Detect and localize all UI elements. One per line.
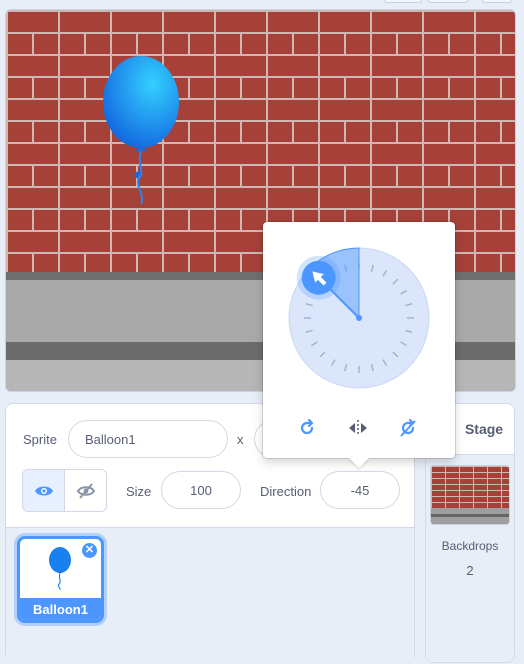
show-button[interactable] bbox=[23, 470, 65, 511]
balloon-sprite[interactable] bbox=[101, 54, 181, 209]
flip-icon bbox=[349, 420, 367, 436]
x-label: x bbox=[237, 432, 244, 447]
normal-stage-button[interactable] bbox=[428, 0, 468, 3]
eye-slash-icon bbox=[76, 482, 95, 499]
direction-input[interactable]: -45 bbox=[320, 471, 400, 509]
size-input[interactable]: 100 bbox=[161, 471, 241, 509]
brick-wall bbox=[6, 32, 515, 54]
stage-thumbnail[interactable] bbox=[430, 465, 510, 525]
direction-dial[interactable] bbox=[263, 222, 455, 402]
direction-value: -45 bbox=[350, 482, 370, 498]
eye-icon bbox=[34, 486, 53, 495]
balloon-thumbnail-icon bbox=[49, 547, 71, 590]
direction-label: Direction bbox=[260, 484, 312, 499]
direction-popover bbox=[263, 222, 455, 468]
size-label: Size bbox=[126, 484, 152, 499]
backdrops-count: 2 bbox=[466, 563, 474, 578]
delete-sprite-button[interactable]: ✕ bbox=[82, 543, 97, 558]
sprite-label: Sprite bbox=[23, 432, 57, 447]
stage-size-buttons bbox=[384, 0, 514, 3]
sprite-name-input[interactable]: Balloon1 bbox=[68, 420, 228, 458]
rotation-dont-rotate-button[interactable] bbox=[397, 417, 419, 439]
sprite-thumbnail-name: Balloon1 bbox=[20, 598, 101, 620]
sprite-name-value: Balloon1 bbox=[85, 431, 136, 447]
sprite-list: ✕ Balloon1 bbox=[6, 527, 414, 664]
visibility-toggle bbox=[22, 469, 107, 512]
brick-wall bbox=[6, 164, 515, 186]
hide-button[interactable] bbox=[65, 470, 106, 511]
direction-handle[interactable] bbox=[301, 260, 336, 295]
fullscreen-button[interactable] bbox=[482, 0, 512, 3]
stage-title: Stage bbox=[464, 421, 504, 437]
rotation-left-right-button[interactable] bbox=[347, 417, 369, 439]
size-value: 100 bbox=[190, 482, 212, 498]
backdrops-label: Backdrops bbox=[441, 539, 499, 553]
brick-wall bbox=[6, 120, 515, 142]
rotate-icon bbox=[300, 418, 314, 435]
sprite-thumbnail[interactable]: ✕ Balloon1 bbox=[17, 536, 104, 623]
small-stage-button[interactable] bbox=[384, 0, 422, 3]
brick-wall bbox=[6, 76, 515, 98]
no-rotate-icon bbox=[400, 418, 416, 437]
rotation-all-around-button[interactable] bbox=[296, 417, 318, 439]
